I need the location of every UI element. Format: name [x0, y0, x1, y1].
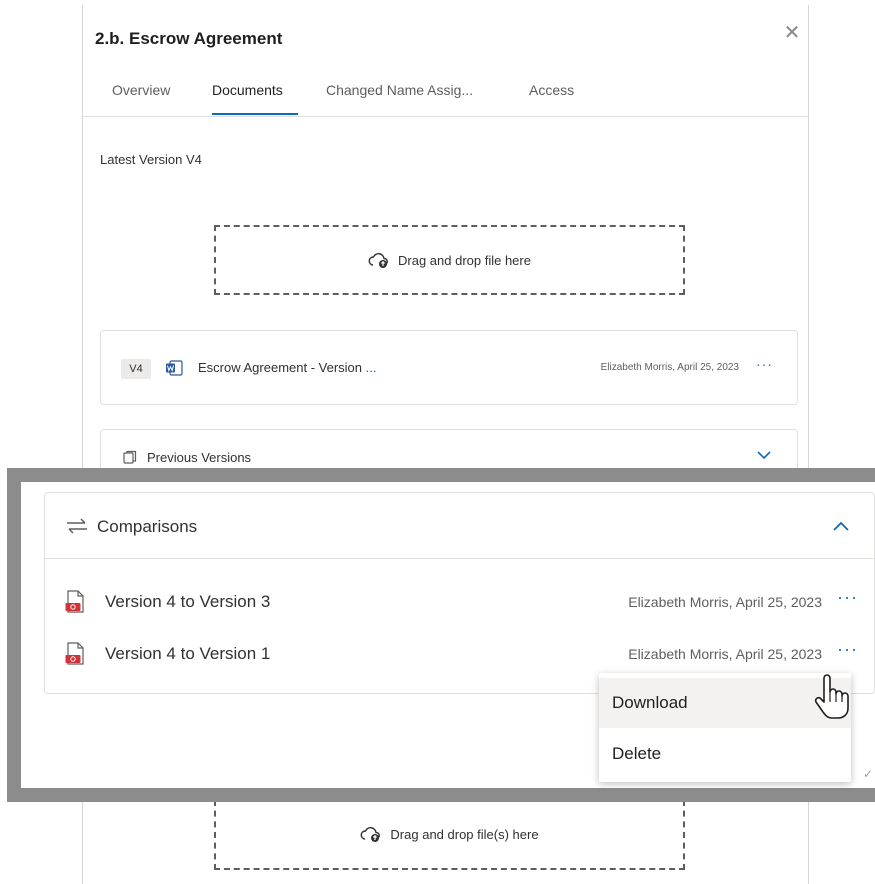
- comparison-meta: Elizabeth Morris, April 25, 2023: [628, 594, 822, 610]
- comparisons-title: Comparisons: [97, 517, 198, 536]
- tab-access[interactable]: Access: [529, 82, 574, 98]
- file-name-text: Escrow Agreement - Version: [198, 360, 366, 375]
- word-document-icon: [166, 360, 183, 376]
- latest-file-meta: Elizabeth Morris, April 25, 2023: [600, 362, 739, 373]
- chevron-up-icon[interactable]: [830, 515, 852, 537]
- file-dropzone[interactable]: Drag and drop file here: [214, 225, 685, 295]
- comparison-label: Version 4 to Version 3: [105, 592, 271, 611]
- panel-title: 2.b. Escrow Agreement: [95, 29, 283, 48]
- close-button[interactable]: ✕: [780, 21, 804, 45]
- comparison-label: Version 4 to Version 1: [105, 644, 271, 663]
- comparisons-zoom-callout: Comparisons Version 4 to Version 3 Eliza…: [7, 468, 875, 802]
- tab-documents[interactable]: Documents: [212, 82, 283, 98]
- menu-item-delete[interactable]: Delete: [599, 729, 851, 779]
- active-tab-indicator: [212, 113, 298, 115]
- hand-cursor-icon: [814, 674, 849, 719]
- tab-bar: Overview Documents Changed Name Assig...…: [83, 77, 808, 117]
- comparison-row[interactable]: Version 4 to Version 1 Elizabeth Morris,…: [45, 634, 874, 674]
- comparison-meta: Elizabeth Morris, April 25, 2023: [628, 646, 822, 662]
- dropzone-label: Drag and drop file here: [398, 252, 531, 268]
- previous-versions-label: Previous Versions: [147, 450, 252, 465]
- tab-changed-name-assignment[interactable]: Changed Name Assig...: [326, 82, 473, 98]
- close-icon: ✕: [783, 22, 801, 44]
- file-dropzone-bottom[interactable]: Drag and drop file(s) here: [214, 800, 685, 870]
- file-name-ellipsis: ...: [365, 360, 377, 375]
- dropzone-label: Drag and drop file(s) here: [390, 826, 539, 842]
- pdf-file-icon: [65, 642, 84, 665]
- checkmark-icon: ✓: [863, 767, 874, 781]
- chevron-down-icon[interactable]: [755, 446, 773, 464]
- swap-arrows-icon: [67, 518, 87, 534]
- comparisons-card: Comparisons Version 4 to Version 3 Eliza…: [44, 492, 875, 694]
- cloud-upload-icon: [360, 827, 381, 842]
- latest-version-label: Latest Version V4: [100, 152, 202, 167]
- cloud-upload-icon: [368, 253, 388, 268]
- comparisons-header[interactable]: Comparisons: [45, 493, 874, 559]
- version-badge: V4: [121, 359, 151, 379]
- latest-file-name[interactable]: Escrow Agreement - Version ...: [198, 360, 376, 375]
- versions-icon: [123, 450, 137, 464]
- latest-file-card[interactable]: V4 Escrow Agreement - Version ... Elizab…: [100, 330, 798, 405]
- pdf-file-icon: [65, 590, 84, 613]
- more-options-icon[interactable]: ···: [837, 587, 858, 608]
- more-options-icon[interactable]: ···: [837, 639, 858, 660]
- context-menu: Download Delete: [599, 673, 851, 782]
- comparison-row[interactable]: Version 4 to Version 3 Elizabeth Morris,…: [45, 582, 874, 622]
- tab-overview[interactable]: Overview: [112, 82, 170, 98]
- more-options-icon[interactable]: ···: [756, 356, 773, 372]
